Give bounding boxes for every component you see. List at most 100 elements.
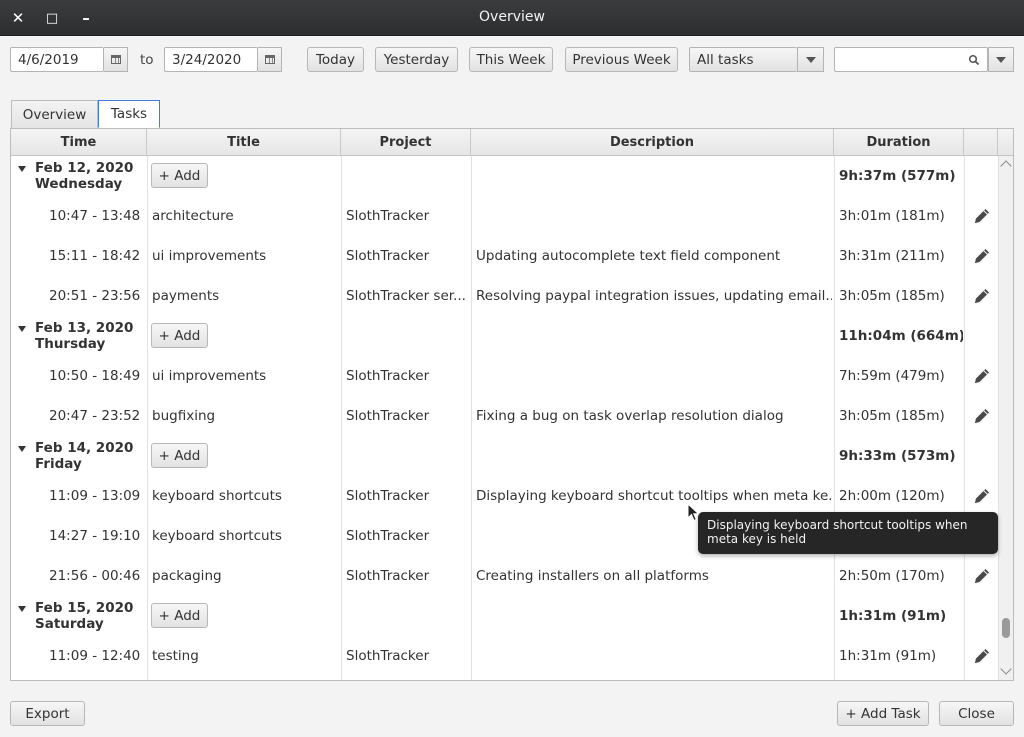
scrollbar-thumb[interactable] bbox=[1002, 618, 1010, 638]
task-row[interactable]: 21:56 - 00:46 packaging SlothTracker Creati… bbox=[11, 556, 998, 596]
chevron-down-icon bbox=[805, 56, 816, 63]
task-time: 20:47 - 23:52 bbox=[49, 408, 141, 424]
today-button[interactable]: Today bbox=[307, 47, 364, 72]
task-title: keyboard shortcuts bbox=[152, 528, 282, 544]
export-button[interactable]: Export bbox=[10, 701, 85, 726]
pencil-icon[interactable] bbox=[972, 246, 992, 266]
group-date-label: Feb 14, 2020 Friday bbox=[35, 436, 145, 476]
task-row[interactable]: 10:50 - 18:49 ui improvements SlothTracker… bbox=[11, 356, 998, 396]
column-header-description[interactable]: Description bbox=[471, 129, 834, 156]
task-row[interactable]: 11:09 - 13:09 keyboard shortcuts SlothTrac… bbox=[11, 476, 998, 516]
task-row[interactable]: 11:09 - 12:40 testing SlothTracker 1h:31m (… bbox=[11, 636, 998, 676]
group-total-duration: 1h:31m (91m) bbox=[839, 608, 947, 624]
pencil-icon[interactable] bbox=[972, 406, 992, 426]
date-from-calendar-button[interactable] bbox=[104, 47, 128, 72]
group-date-label: Feb 15, 2020 Saturday bbox=[35, 596, 145, 636]
task-description bbox=[476, 636, 832, 676]
task-time: 15:11 - 18:42 bbox=[49, 248, 141, 264]
date-from-field[interactable]: 4/6/2019 bbox=[10, 47, 104, 72]
previous-week-button[interactable]: Previous Week bbox=[565, 47, 678, 72]
pencil-icon[interactable] bbox=[972, 646, 992, 666]
column-header-project[interactable]: Project bbox=[341, 129, 471, 156]
task-row[interactable]: 20:47 - 23:52 bugfixing SlothTracker Fixing… bbox=[11, 396, 998, 436]
task-row[interactable]: 20:51 - 23:56 payments SlothTracker ser...… bbox=[11, 276, 998, 316]
task-description: Displaying keyboard shortcut tooltips wh… bbox=[476, 488, 832, 504]
disclosure-triangle-icon[interactable] bbox=[18, 606, 26, 612]
task-title: ui improvements bbox=[152, 248, 267, 264]
task-time: 11:09 - 13:09 bbox=[49, 488, 141, 504]
pencil-icon[interactable] bbox=[972, 366, 992, 386]
close-button[interactable]: Close bbox=[939, 701, 1014, 726]
task-filter-dropdown-button[interactable] bbox=[797, 47, 824, 72]
group-row[interactable]: Feb 14, 2020 Friday + Add 9h:33m (573m) bbox=[11, 436, 998, 476]
vertical-scrollbar[interactable] bbox=[998, 156, 1013, 680]
tab-overview[interactable]: Overview bbox=[11, 100, 98, 128]
this-week-button[interactable]: This Week bbox=[469, 47, 553, 72]
add-entry-button[interactable]: + Add bbox=[151, 323, 208, 348]
column-header-actions bbox=[964, 129, 998, 156]
task-project: SlothTracker bbox=[346, 528, 430, 544]
task-description: Updating autocomplete text field compone… bbox=[476, 248, 781, 264]
table-body: Feb 12, 2020 Wednesday + Add 9h:37m (577m) 1… bbox=[11, 156, 998, 680]
disclosure-triangle-icon[interactable] bbox=[18, 326, 26, 332]
task-project: SlothTracker bbox=[346, 408, 430, 424]
add-entry-button[interactable]: + Add bbox=[151, 163, 208, 188]
to-label: to bbox=[140, 52, 154, 68]
date-to-field[interactable]: 3/24/2020 bbox=[164, 47, 258, 72]
task-duration: 7h:59m (479m) bbox=[839, 368, 945, 384]
task-row[interactable]: 15:11 - 18:42 ui improvements SlothTracker… bbox=[11, 236, 998, 276]
column-header-title[interactable]: Title bbox=[147, 129, 341, 156]
task-time: 14:27 - 19:10 bbox=[49, 528, 141, 544]
task-project: SlothTracker bbox=[346, 368, 430, 384]
tasks-table: Time Title Project Description Duration … bbox=[10, 128, 1014, 681]
group-row[interactable]: Feb 12, 2020 Wednesday + Add 9h:37m (577m) bbox=[11, 156, 998, 196]
task-duration: 3h:05m (185m) bbox=[839, 288, 945, 304]
task-time: 10:50 - 18:49 bbox=[49, 368, 141, 384]
group-date-label: Feb 13, 2020 Thursday bbox=[35, 316, 145, 356]
scroll-up-icon[interactable] bbox=[1000, 160, 1012, 172]
pencil-icon[interactable] bbox=[972, 486, 992, 506]
task-project: SlothTracker ser... bbox=[346, 288, 466, 304]
task-duration: 3h:05m (185m) bbox=[839, 408, 945, 424]
table-header: Time Title Project Description Duration bbox=[11, 129, 1013, 156]
group-date: Feb 14, 2020 bbox=[35, 440, 134, 456]
disclosure-triangle-icon[interactable] bbox=[18, 166, 26, 172]
disclosure-triangle-icon[interactable] bbox=[18, 446, 26, 452]
search-options-button[interactable] bbox=[988, 47, 1014, 72]
tab-tasks[interactable]: Tasks bbox=[98, 100, 160, 128]
task-title: packaging bbox=[152, 568, 222, 584]
pencil-icon[interactable] bbox=[972, 566, 992, 586]
group-row[interactable]: Feb 13, 2020 Thursday + Add 11h:04m (664m) bbox=[11, 316, 998, 356]
group-total-duration: 9h:37m (577m) bbox=[839, 168, 956, 184]
task-duration: 2h:00m (120m) bbox=[839, 488, 945, 504]
task-time: 11:09 - 12:40 bbox=[49, 648, 141, 664]
yesterday-button[interactable]: Yesterday bbox=[375, 47, 458, 72]
task-duration: 3h:31m (211m) bbox=[839, 248, 945, 264]
task-project: SlothTracker bbox=[346, 648, 430, 664]
scroll-down-icon[interactable] bbox=[1000, 663, 1012, 675]
description-tooltip: Displaying keyboard shortcut tooltips wh… bbox=[698, 512, 998, 554]
task-row[interactable]: 10:47 - 13:48 architecture SlothTracker 3h:… bbox=[11, 196, 998, 236]
pencil-icon[interactable] bbox=[972, 286, 992, 306]
task-title: ui improvements bbox=[152, 368, 267, 384]
calendar-icon bbox=[264, 55, 275, 64]
column-header-time[interactable]: Time bbox=[11, 129, 147, 156]
group-date-label: Feb 12, 2020 Wednesday bbox=[35, 156, 145, 196]
add-entry-button[interactable]: + Add bbox=[151, 603, 208, 628]
task-description: Fixing a bug on task overlap resolution … bbox=[476, 408, 784, 424]
task-title: testing bbox=[152, 648, 199, 664]
group-row[interactable]: Feb 15, 2020 Saturday + Add 1h:31m (91m) bbox=[11, 596, 998, 636]
date-to-calendar-button[interactable] bbox=[258, 47, 282, 72]
column-header-duration[interactable]: Duration bbox=[834, 129, 964, 156]
search-input[interactable] bbox=[834, 47, 988, 72]
task-title: bugfixing bbox=[152, 408, 216, 424]
add-task-button[interactable]: + Add Task bbox=[837, 701, 929, 726]
task-time: 10:47 - 13:48 bbox=[49, 208, 141, 224]
task-description bbox=[476, 356, 832, 396]
calendar-icon bbox=[110, 55, 121, 64]
task-filter-select[interactable]: All tasks bbox=[689, 47, 797, 72]
add-entry-button[interactable]: + Add bbox=[151, 443, 208, 468]
pencil-icon[interactable] bbox=[972, 206, 992, 226]
task-duration: 1h:31m (91m) bbox=[839, 648, 937, 664]
group-weekday: Thursday bbox=[35, 336, 106, 352]
